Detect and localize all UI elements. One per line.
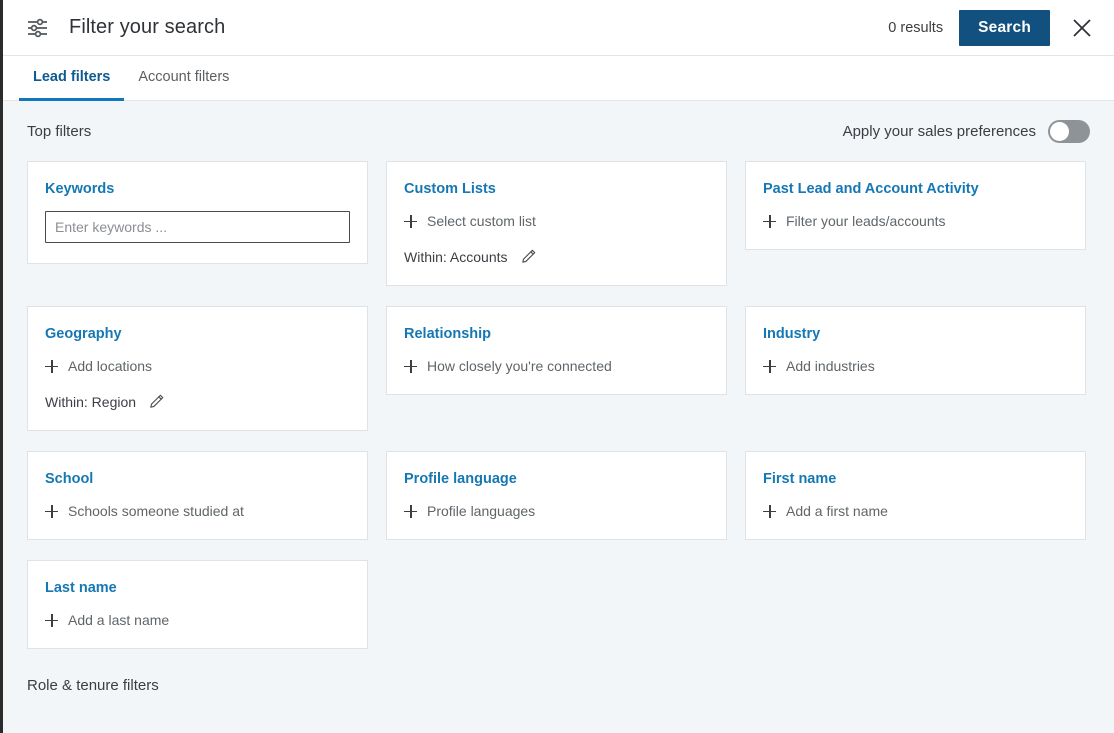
filters-body: Top filters Apply your sales preferences… xyxy=(3,101,1114,733)
add-label: Filter your leads/accounts xyxy=(786,213,946,229)
add-profile-language-row[interactable]: Profile languages xyxy=(404,503,709,519)
filter-card-industry: Industry Add industries xyxy=(745,306,1086,395)
plus-icon xyxy=(763,214,776,228)
plus-icon xyxy=(404,504,417,518)
tab-account-filters[interactable]: Account filters xyxy=(124,56,243,101)
filter-card-title[interactable]: Industry xyxy=(763,326,820,342)
filter-card-profile-language: Profile language Profile languages xyxy=(386,451,727,540)
plus-icon xyxy=(404,214,417,228)
filter-card-relationship: Relationship How closely you're connecte… xyxy=(386,306,727,395)
add-label: Add a first name xyxy=(786,503,888,519)
pencil-icon xyxy=(148,393,165,410)
filter-card-title[interactable]: Past Lead and Account Activity xyxy=(763,181,979,197)
panel-header: Filter your search 0 results Search xyxy=(3,0,1114,56)
filter-card-first-name: First name Add a first name xyxy=(745,451,1086,540)
filter-tabs: Lead filters Account filters xyxy=(3,56,1114,101)
add-label: Schools someone studied at xyxy=(68,503,244,519)
filter-card-title[interactable]: Geography xyxy=(45,326,122,342)
filter-card-keywords: Keywords xyxy=(27,161,368,264)
add-school-row[interactable]: Schools someone studied at xyxy=(45,503,350,519)
plus-icon xyxy=(45,504,58,518)
filter-card-past-activity: Past Lead and Account Activity Filter yo… xyxy=(745,161,1086,250)
filter-card-school: School Schools someone studied at xyxy=(27,451,368,540)
filter-card-title[interactable]: Last name xyxy=(45,580,117,596)
filter-card-title[interactable]: Relationship xyxy=(404,326,491,342)
toggle-knob xyxy=(1050,121,1069,141)
plus-icon xyxy=(763,504,776,518)
filter-card-title[interactable]: Profile language xyxy=(404,471,517,487)
within-row: Within: Accounts xyxy=(404,248,709,265)
filter-card-title[interactable]: First name xyxy=(763,471,836,487)
close-icon xyxy=(1070,16,1094,40)
add-label: How closely you're connected xyxy=(427,358,612,374)
plus-icon xyxy=(45,359,58,373)
filter-card-custom-lists: Custom Lists Select custom list Within: … xyxy=(386,161,727,286)
plus-icon xyxy=(404,359,417,373)
filter-card-last-name: Last name Add a last name xyxy=(27,560,368,649)
role-tenure-section-title: Role & tenure filters xyxy=(27,677,159,694)
filter-card-title[interactable]: Custom Lists xyxy=(404,181,496,197)
header-right-group: 0 results Search xyxy=(888,9,1098,46)
add-last-name-row[interactable]: Add a last name xyxy=(45,612,350,628)
filter-card-title[interactable]: School xyxy=(45,471,93,487)
add-relationship-row[interactable]: How closely you're connected xyxy=(404,358,709,374)
pencil-icon xyxy=(520,248,537,265)
page-title: Filter your search xyxy=(69,16,226,38)
sales-preferences-toggle[interactable] xyxy=(1048,119,1090,143)
top-filters-section-row: Top filters Apply your sales preferences xyxy=(27,101,1090,161)
add-label: Profile languages xyxy=(427,503,536,519)
add-label: Select custom list xyxy=(427,213,536,229)
header-left-group: Filter your search xyxy=(25,16,888,39)
within-row: Within: Region xyxy=(45,393,350,410)
keywords-input[interactable] xyxy=(45,211,350,243)
add-first-name-row[interactable]: Add a first name xyxy=(763,503,1068,519)
tab-lead-filters[interactable]: Lead filters xyxy=(19,56,125,101)
filter-cards-grid: Keywords Custom Lists Select custom list… xyxy=(27,161,1090,669)
sales-preferences-toggle-group[interactable]: Apply your sales preferences xyxy=(842,119,1090,143)
add-locations-row[interactable]: Add locations xyxy=(45,358,350,374)
results-count: 0 results xyxy=(888,19,944,36)
add-custom-list-row[interactable]: Select custom list xyxy=(404,213,709,229)
edit-within-button[interactable] xyxy=(520,248,537,265)
within-label: Within: Region xyxy=(45,393,137,410)
add-past-activity-row[interactable]: Filter your leads/accounts xyxy=(763,213,1068,229)
edit-within-button[interactable] xyxy=(148,393,165,410)
filter-card-title[interactable]: Keywords xyxy=(45,181,114,197)
search-button[interactable]: Search xyxy=(959,9,1050,46)
close-button[interactable] xyxy=(1066,12,1098,44)
add-label: Add locations xyxy=(68,358,153,374)
filter-search-panel: Filter your search 0 results Search Lead… xyxy=(0,0,1114,733)
plus-icon xyxy=(45,613,58,627)
sliders-filter-icon xyxy=(25,17,51,39)
within-label: Within: Accounts xyxy=(404,248,508,265)
sales-preferences-label: Apply your sales preferences xyxy=(842,122,1036,140)
plus-icon xyxy=(763,359,776,373)
top-filters-title: Top filters xyxy=(27,122,92,140)
add-label: Add industries xyxy=(786,358,875,374)
add-industries-row[interactable]: Add industries xyxy=(763,358,1068,374)
filter-card-geography: Geography Add locations Within: Region xyxy=(27,306,368,431)
add-label: Add a last name xyxy=(68,612,170,628)
